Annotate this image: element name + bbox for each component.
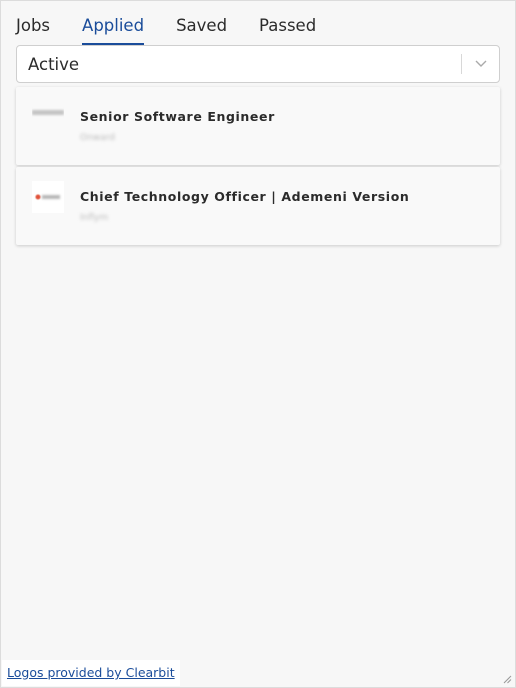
tab-bar: Jobs Applied Saved Passed <box>16 15 348 45</box>
job-title: Chief Technology Officer | Ademeni Versi… <box>80 189 410 204</box>
tab-applied[interactable]: Applied <box>82 15 145 45</box>
company-name: Onward <box>80 133 115 143</box>
resize-grip-icon[interactable] <box>502 674 512 684</box>
chevron-down-icon[interactable] <box>474 58 488 68</box>
company-name: Inflym <box>80 213 109 223</box>
tab-passed[interactable]: Passed <box>259 15 316 45</box>
select-separator <box>461 54 462 74</box>
job-card[interactable]: Senior Software Engineer Onward <box>16 87 500 165</box>
company-logo-icon <box>32 110 64 115</box>
tab-jobs[interactable]: Jobs <box>16 15 50 45</box>
clearbit-link[interactable]: Logos provided by Clearbit <box>7 665 175 680</box>
status-filter-select[interactable]: Active <box>16 45 500 83</box>
tab-saved[interactable]: Saved <box>176 15 227 45</box>
job-card[interactable]: Chief Technology Officer | Ademeni Versi… <box>16 167 500 245</box>
footer-attribution: Logos provided by Clearbit <box>2 660 180 686</box>
job-title: Senior Software Engineer <box>80 109 275 124</box>
status-filter-value: Active <box>28 55 80 74</box>
company-logo-icon <box>32 181 64 213</box>
